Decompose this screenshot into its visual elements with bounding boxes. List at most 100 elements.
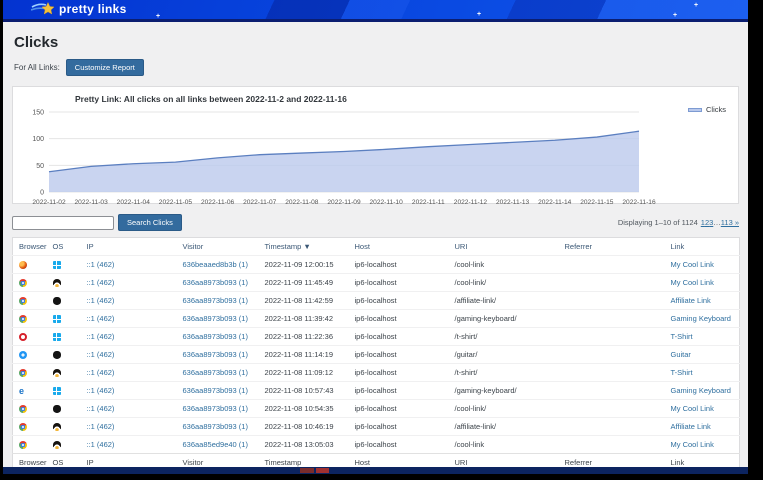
table-row: ::1 (462)636aa8973b093 (1)2022-11-08 11:… [13,328,740,346]
host-value: ip6-localhost [355,260,397,269]
table-row: ::1 (462) 636aa8973b093 (1) 2022-11-08 11:… [13,310,740,328]
column-header-uri[interactable]: URI [449,238,559,256]
host-value: ip6-localhost [355,314,397,323]
chrome-icon [19,369,27,377]
pretty-links-logo[interactable]: pretty links [31,1,127,16]
link-link[interactable]: Affiliate Link [671,422,711,431]
svg-text:2022-11-14: 2022-11-14 [538,199,572,206]
ip-link[interactable]: ::1 (462) [87,386,115,395]
svg-text:2022-11-15: 2022-11-15 [580,199,614,206]
ip-link[interactable]: ::1 (462) [87,368,115,377]
link-link[interactable]: Affiliate Link [671,296,711,305]
host-value: ip6-localhost [355,422,397,431]
column-header-os[interactable]: OS [47,238,81,256]
table-header-row: BrowserOSIPVisitorTimestamp ▼HostURIRefe… [13,238,740,256]
linux-icon [53,423,61,431]
svg-text:150: 150 [32,110,44,117]
uri-value: /t-shirt/ [455,368,478,377]
column-header-referrer[interactable]: Referrer [559,238,665,256]
column-header-browser: Browser [13,454,47,467]
customize-report-button[interactable]: Customize Report [66,59,144,76]
edge-icon [19,387,24,395]
table-row: ::1 (462) 636beaaed8b3b (1) 2022-11-09 12:… [13,256,740,274]
column-header-link[interactable]: Link [665,238,740,256]
visitor-link[interactable]: 636aa8973b093 (1) [183,386,248,395]
ip-link[interactable]: ::1 (462) [87,332,115,341]
visitor-link[interactable]: 636aa8973b093 (1) [183,314,248,323]
column-header-timestamp: Timestamp [259,454,349,467]
search-clicks-button[interactable]: Search Clicks [118,214,182,231]
opera-icon [19,333,27,341]
safari-icon [19,351,27,359]
link-link[interactable]: Guitar [671,350,691,359]
column-header-visitor[interactable]: Visitor [177,238,259,256]
link-link[interactable]: T-Shirt [671,332,693,341]
chrome-icon [19,279,27,287]
host-value: ip6-localhost [355,404,397,413]
search-input[interactable] [12,216,114,230]
svg-text:2022-11-07: 2022-11-07 [243,199,277,206]
ip-link[interactable]: ::1 (462) [87,260,115,269]
page-links: 123…113 » [701,218,739,227]
ip-link[interactable]: ::1 (462) [87,422,115,431]
link-link[interactable]: Gaming Keyboard [671,314,731,323]
column-header-link: Link [665,454,740,467]
svg-text:0: 0 [40,190,44,197]
visitor-link[interactable]: 636beaaed8b3b (1) [183,260,248,269]
visitor-link[interactable]: 636aa85ed9e40 (1) [183,440,248,449]
linux-icon [53,441,61,449]
column-header-os: OS [47,454,81,467]
ip-link[interactable]: ::1 (462) [87,350,115,359]
ip-link[interactable]: ::1 (462) [87,278,115,287]
timestamp-value: 2022-11-09 12:00:15 [265,260,334,269]
svg-text:2022-11-04: 2022-11-04 [117,199,151,206]
visitor-link[interactable]: 636aa8973b093 (1) [183,332,248,341]
host-value: ip6-localhost [355,296,397,305]
visitor-link[interactable]: 636aa8973b093 (1) [183,278,248,287]
link-link[interactable]: Gaming Keyboard [671,386,731,395]
column-header-timestamp[interactable]: Timestamp ▼ [259,238,349,256]
timestamp-value: 2022-11-08 11:39:42 [265,314,334,323]
table-footer-row: BrowserOSIPVisitorTimestampHostURIReferr… [13,454,740,467]
page-title: Clicks [14,34,739,51]
visitor-link[interactable]: 636aa8973b093 (1) [183,350,248,359]
svg-text:2022-11-02: 2022-11-02 [32,199,66,206]
table-row: ::1 (462) 636aa8973b093 (1) 2022-11-08 10:… [13,400,740,418]
ip-link[interactable]: ::1 (462) [87,404,115,413]
link-link[interactable]: My Cool Link [671,440,714,449]
ip-link[interactable]: ::1 (462) [87,440,115,449]
visitor-link[interactable]: 636aa8973b093 (1) [183,422,248,431]
link-link[interactable]: My Cool Link [671,278,714,287]
table-row: ::1 (462)636aa8973b093 (1)2022-11-08 10:… [13,418,740,436]
link-link[interactable]: My Cool Link [671,404,714,413]
visitor-link[interactable]: 636aa8973b093 (1) [183,368,248,377]
svg-text:2022-11-08: 2022-11-08 [285,199,319,206]
column-header-browser[interactable]: Browser [13,238,47,256]
host-value: ip6-localhost [355,386,397,395]
page-link-last[interactable]: 113 » [721,218,739,227]
host-value: ip6-localhost [355,350,397,359]
svg-text:2022-11-09: 2022-11-09 [327,199,361,206]
uri-value: /affiliate-link/ [455,422,497,431]
pretty-links-star-icon [31,1,55,16]
timestamp-value: 2022-11-08 10:54:35 [265,404,334,413]
column-header-host[interactable]: Host [349,238,449,256]
uri-value: /t-shirt/ [455,332,478,341]
chrome-icon [19,405,27,413]
link-link[interactable]: T-Shirt [671,368,693,377]
chart-legend: Clicks [688,105,726,114]
ip-link[interactable]: ::1 (462) [87,296,115,305]
displaying-text: Displaying 1–10 of 1124 [618,218,698,227]
uri-value: /affiliate-link/ [455,296,497,305]
windows-icon [53,315,61,323]
windows-icon [53,261,61,269]
sparkle-icon: + [156,13,160,20]
windows-icon [53,333,61,341]
link-link[interactable]: My Cool Link [671,260,714,269]
clicks-table: BrowserOSIPVisitorTimestamp ▼HostURIRefe… [12,237,740,467]
uri-value: /cool-link [455,260,485,269]
visitor-link[interactable]: 636aa8973b093 (1) [183,296,248,305]
visitor-link[interactable]: 636aa8973b093 (1) [183,404,248,413]
column-header-ip[interactable]: IP [81,238,177,256]
ip-link[interactable]: ::1 (462) [87,314,115,323]
